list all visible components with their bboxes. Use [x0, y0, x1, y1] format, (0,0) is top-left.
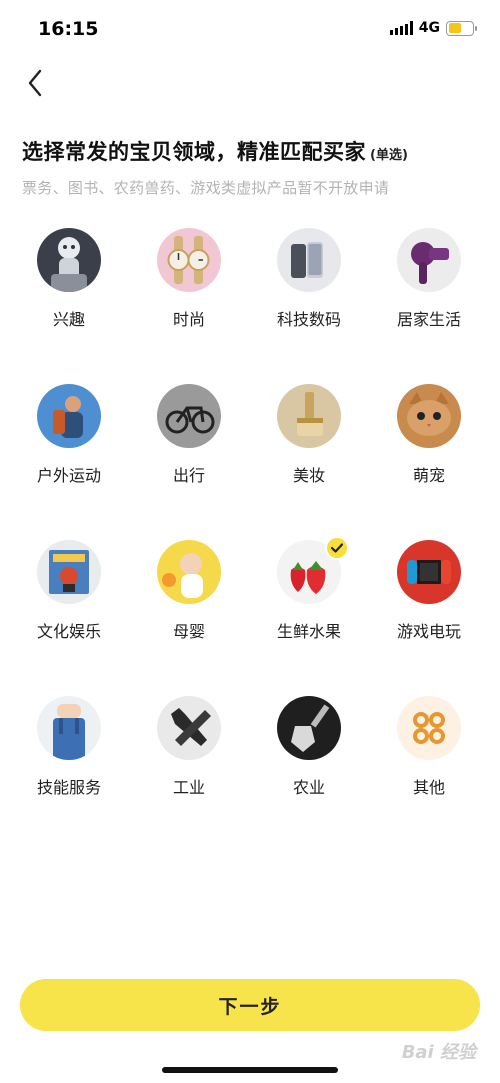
category-culture-entertainment[interactable]: 文化娱乐 [14, 540, 124, 642]
category-label: 文化娱乐 [36, 622, 101, 641]
watermark: Bai 经验 [401, 1042, 476, 1063]
category-beauty[interactable]: 美妆 [254, 384, 364, 486]
battery-icon [446, 20, 477, 36]
category-mother-baby[interactable]: 母婴 [134, 540, 244, 642]
baby-icon [157, 540, 221, 604]
category-label: 其他 [412, 778, 445, 797]
page-title: 选择常发的宝贝领域，精准匹配买家 [22, 140, 366, 164]
category-label: 游戏电玩 [396, 622, 461, 641]
category-label: 居家生活 [396, 310, 461, 329]
category-fresh-fruit[interactable]: 生鲜水果 [254, 536, 364, 642]
single-select-note: (单选) [370, 148, 408, 163]
category-home-living[interactable]: 居家生活 [374, 228, 484, 330]
book-icon [37, 540, 101, 604]
category-label: 时尚 [172, 310, 205, 329]
category-label: 技能服务 [36, 778, 101, 797]
chevron-left-icon [28, 69, 42, 97]
category-label: 工业 [172, 778, 205, 797]
category-outdoor-sports[interactable]: 户外运动 [14, 384, 124, 486]
category-fashion[interactable]: 时尚 [134, 228, 244, 330]
smartphone-icon [277, 228, 341, 292]
category-interest[interactable]: 兴趣 [14, 228, 124, 330]
category-other[interactable]: 其他 [374, 696, 484, 798]
category-label: 美妆 [292, 466, 325, 485]
page-title-row: 选择常发的宝贝领域，精准匹配买家 (单选) [22, 136, 484, 166]
category-pets[interactable]: 萌宠 [374, 384, 484, 486]
game-console-icon [397, 540, 461, 604]
category-agriculture[interactable]: 农业 [254, 696, 364, 798]
back-button[interactable] [20, 64, 50, 102]
status-time: 16:15 [38, 18, 99, 40]
cat-icon [397, 384, 461, 448]
wrench-icon [157, 696, 221, 760]
next-step-button[interactable]: 下一步 [20, 979, 480, 1031]
category-skill-services[interactable]: 技能服务 [14, 696, 124, 798]
category-travel[interactable]: 出行 [134, 384, 244, 486]
cosmetics-icon [277, 384, 341, 448]
status-right: 4G [389, 20, 477, 36]
shovel-icon [277, 696, 341, 760]
bicycle-icon [157, 384, 221, 448]
hair-dryer-icon [397, 228, 461, 292]
category-label: 农业 [292, 778, 325, 797]
home-indicator[interactable] [162, 1067, 338, 1073]
category-tech-digital[interactable]: 科技数码 [254, 228, 364, 330]
category-industrial[interactable]: 工业 [134, 696, 244, 798]
category-label: 户外运动 [36, 466, 101, 485]
category-label: 生鲜水果 [276, 622, 341, 641]
category-label: 科技数码 [276, 310, 341, 329]
page-subtitle: 票务、图书、农药兽药、游戏类虚拟产品暂不开放申请 [22, 179, 390, 197]
figure-toy-icon [37, 228, 101, 292]
more-grid-icon [397, 696, 461, 760]
category-label: 出行 [172, 466, 205, 485]
status-bar: 16:15 4G [0, 0, 500, 60]
signal-icon [389, 21, 413, 35]
category-label: 萌宠 [412, 466, 445, 485]
category-games[interactable]: 游戏电玩 [374, 540, 484, 642]
watch-icon [157, 228, 221, 292]
network-type: 4G [418, 20, 440, 36]
selected-check-icon [325, 536, 349, 560]
category-label: 兴趣 [52, 310, 85, 329]
category-label: 母婴 [172, 622, 205, 641]
worker-overalls-icon [37, 696, 101, 760]
hiker-icon [37, 384, 101, 448]
